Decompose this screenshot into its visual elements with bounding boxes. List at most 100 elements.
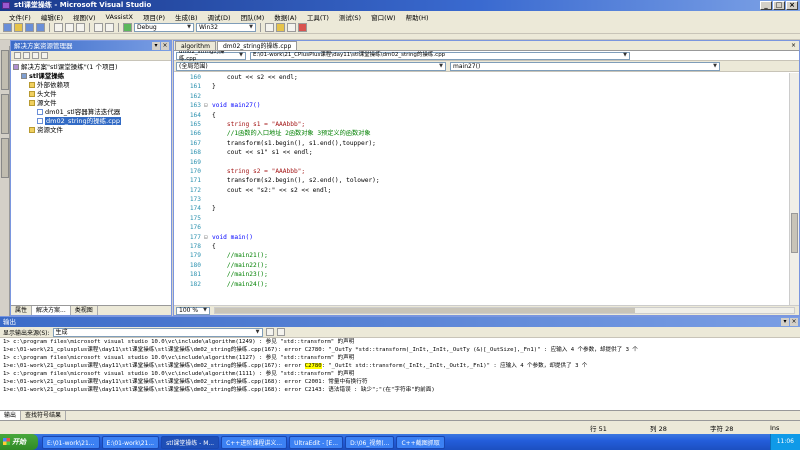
line-number: 160	[189, 74, 201, 81]
cpp-file-icon	[37, 109, 43, 115]
menu-debug[interactable]: 调试(D)	[203, 12, 236, 22]
tree-item[interactable]: 外部依赖项	[11, 81, 171, 90]
output-source-select[interactable]: 生成 ▼	[52, 327, 263, 337]
tree-item[interactable]: dm01_stl容器算法迭代器	[11, 108, 171, 117]
file-path-select[interactable]: E:\01-work\21_CPlusPlus课程\day11\stl课堂操练\…	[250, 51, 630, 60]
scrollbar-thumb[interactable]	[215, 308, 635, 313]
pin-icon[interactable]: ▾	[152, 42, 160, 50]
close-button[interactable]: ×	[786, 1, 798, 10]
menu-build[interactable]: 生成(B)	[170, 12, 203, 22]
code-line: 169	[174, 158, 789, 167]
menu-view[interactable]: 视图(V)	[68, 12, 101, 22]
navigation-bar: (全局范围) ▼ main27() ▼	[174, 61, 799, 72]
tab-output[interactable]: 输出	[0, 411, 22, 420]
tree-item[interactable]: dm02_string的操练.cpp	[11, 117, 171, 126]
vertical-scrollbar[interactable]	[789, 73, 799, 305]
member-value: main27()	[453, 62, 481, 70]
pin-icon[interactable]: ▾	[781, 318, 789, 326]
taskbar-item[interactable]: C++进阶课程讲义...	[221, 435, 288, 449]
menu-project[interactable]: 项目(P)	[138, 12, 170, 22]
find-icon[interactable]	[265, 23, 274, 32]
menu-edit[interactable]: 编辑(E)	[36, 12, 68, 22]
close-icon[interactable]: ×	[790, 318, 798, 326]
line-number: 173	[189, 196, 201, 204]
scope-value: (全局范围)	[179, 62, 208, 70]
clock[interactable]: 11:06	[777, 438, 794, 445]
close-icon[interactable]: ×	[791, 42, 796, 49]
horizontal-scrollbar[interactable]	[214, 307, 795, 314]
toolbox-icon[interactable]	[298, 23, 307, 32]
taskbar-item[interactable]: UltraEdit - [E...	[289, 435, 344, 449]
solution-explorer-icon[interactable]	[276, 23, 285, 32]
menu-data[interactable]: 数据(A)	[269, 12, 302, 22]
chevron-down-icon: ▼	[187, 24, 191, 30]
collapse-icon[interactable]: ⊟	[204, 233, 212, 242]
menu-file[interactable]: 文件(F)	[4, 12, 36, 22]
properties-icon[interactable]	[14, 52, 21, 59]
scope-select[interactable]: (全局范围) ▼	[176, 61, 446, 71]
tree-item[interactable]: 资源文件	[11, 126, 171, 135]
menu-help[interactable]: 帮助(H)	[401, 12, 434, 22]
start-button[interactable]: 开始	[0, 434, 38, 450]
menu-team[interactable]: 团队(M)	[236, 12, 270, 22]
server-explorer-tab[interactable]	[1, 50, 9, 90]
close-icon[interactable]: ×	[161, 42, 169, 50]
class-view-tab[interactable]	[1, 138, 9, 178]
collapse-icon[interactable]: ⊟	[204, 101, 212, 110]
code-text: }	[212, 205, 216, 213]
menu-tools[interactable]: 工具(T)	[302, 12, 334, 22]
tab-algorithm[interactable]: algorithm	[175, 41, 216, 50]
scrollbar-thumb[interactable]	[791, 213, 798, 253]
copy-icon[interactable]	[65, 23, 74, 32]
minimize-button[interactable]: _	[760, 1, 772, 10]
line-number: 180	[189, 261, 201, 269]
tab-solution-explorer[interactable]: 解决方案...	[32, 306, 71, 315]
member-select[interactable]: main27() ▼	[450, 61, 720, 71]
zoom-select[interactable]: 100 % ▼	[176, 306, 210, 315]
taskbar-item[interactable]: stl课堂操练 - M...	[161, 435, 220, 449]
save-icon[interactable]	[25, 23, 34, 32]
paste-icon[interactable]	[76, 23, 85, 32]
toolbox-tab[interactable]	[1, 94, 9, 134]
taskbar-item[interactable]: D:\06_视频(...	[345, 435, 395, 449]
word-wrap-icon[interactable]	[276, 328, 285, 336]
open-folder-icon[interactable]	[14, 23, 23, 32]
open-file-select[interactable]: dm02_string的操练.cpp ▼	[176, 49, 246, 62]
tree-item[interactable]: 解决方案"stl课堂操练"(1 个项目)	[11, 63, 171, 72]
redo-icon[interactable]	[105, 23, 114, 32]
code-text: //1函数的入口地址 2函数对象 3预定义的函数对象	[212, 130, 371, 138]
menu-vassistx[interactable]: VAssistX	[101, 13, 138, 21]
start-debug-icon[interactable]	[123, 23, 132, 32]
tab-find-symbol-results[interactable]: 查找符号结果	[21, 411, 67, 420]
platform-select[interactable]: Win32 ▼	[196, 23, 256, 32]
cut-icon[interactable]	[54, 23, 63, 32]
code-line: 167 transform(s1.begin(), s1.end(),toupp…	[174, 139, 789, 148]
show-all-files-icon[interactable]	[23, 52, 30, 59]
taskbar-item[interactable]: C++截图抓取	[396, 435, 445, 449]
tree-item[interactable]: 头文件	[11, 90, 171, 99]
menu-test[interactable]: 测试(S)	[334, 12, 366, 22]
menu-window[interactable]: 窗口(W)	[366, 12, 401, 22]
system-tray: 11:06	[769, 434, 800, 450]
refresh-icon[interactable]	[32, 52, 39, 59]
code-area[interactable]: 160 cout << s2 << endl; 161 } 162 163 ⊟ vo…	[174, 73, 789, 305]
output-text[interactable]: 1> c:\program files\microsoft visual stu…	[0, 338, 790, 410]
save-all-icon[interactable]	[36, 23, 45, 32]
tree-item-label: 资源文件	[37, 126, 63, 134]
clear-all-icon[interactable]	[265, 328, 274, 336]
tab-dm02-string[interactable]: dm02_string的操练.cpp	[216, 41, 298, 50]
tab-class-view[interactable]: 类视图	[71, 306, 98, 315]
view-class-diagram-icon[interactable]	[41, 52, 48, 59]
chevron-down-icon: ▼	[255, 328, 260, 335]
new-project-icon[interactable]	[3, 23, 12, 32]
tree-item[interactable]: 源文件	[11, 99, 171, 108]
properties-icon[interactable]	[287, 23, 296, 32]
taskbar-item[interactable]: E:\01-work\21...	[101, 435, 160, 449]
menu-bar: 文件(F) 编辑(E) 视图(V) VAssistX 项目(P) 生成(B) 调…	[0, 11, 800, 22]
taskbar-item[interactable]: E:\01-work\21...	[42, 435, 100, 449]
config-select[interactable]: Debug ▼	[134, 23, 194, 32]
maximize-button[interactable]: □	[773, 1, 785, 10]
tab-properties[interactable]: 属性	[11, 306, 33, 315]
tree-item[interactable]: stl课堂操练	[11, 72, 171, 81]
undo-icon[interactable]	[94, 23, 103, 32]
